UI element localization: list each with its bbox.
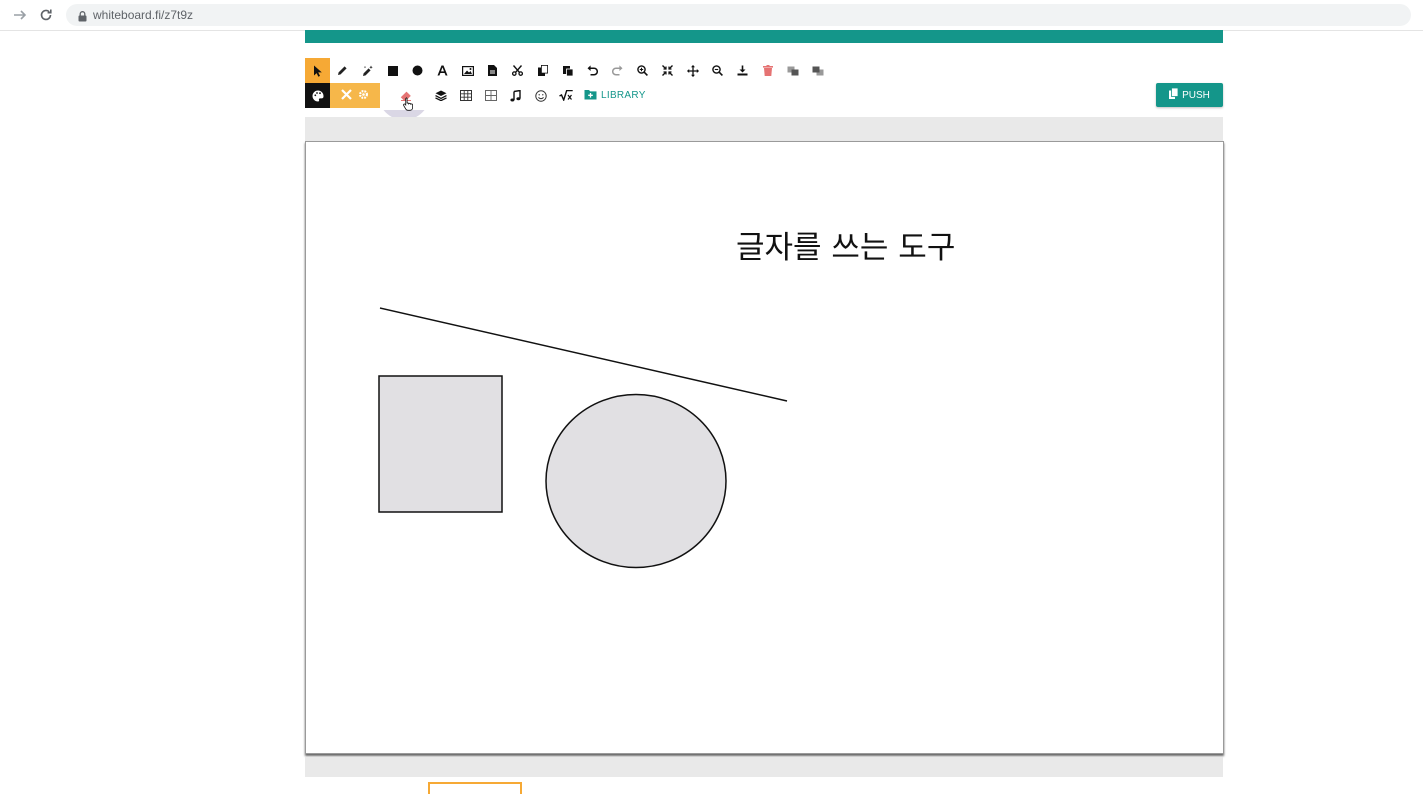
toolbar-row-secondary: LIBRARY PUSH: [305, 83, 1223, 111]
whiteboard-toolbar: LIBRARY PUSH: [305, 58, 1223, 111]
bring-forward-icon[interactable]: [780, 58, 805, 83]
folder-plus-icon: [584, 89, 597, 103]
page-thumbnail-tab[interactable]: [428, 782, 522, 794]
fit-screen-icon[interactable]: [655, 58, 680, 83]
library-button[interactable]: LIBRARY: [584, 83, 646, 108]
push-button[interactable]: PUSH: [1156, 83, 1223, 107]
grid-icon[interactable]: [453, 83, 478, 108]
paste-icon[interactable]: [555, 58, 580, 83]
emoji-icon[interactable]: [528, 83, 553, 108]
move-icon[interactable]: [680, 58, 705, 83]
mouse-cursor-icon: [403, 83, 413, 111]
reload-icon[interactable]: [37, 6, 55, 24]
image-icon[interactable]: [455, 58, 480, 83]
header-strip: [305, 30, 1223, 43]
scissors-icon[interactable]: [505, 58, 530, 83]
redo-icon[interactable]: [605, 58, 630, 83]
pdf-icon[interactable]: [480, 58, 505, 83]
rectangle-shape[interactable]: [378, 375, 503, 513]
push-label: PUSH: [1182, 89, 1210, 101]
toolbar-row-primary: [305, 58, 1223, 83]
palette-icon[interactable]: [305, 83, 330, 108]
send-backward-icon[interactable]: [805, 58, 830, 83]
browser-address-bar: whiteboard.fi/z7t9z: [0, 0, 1423, 31]
circle-icon[interactable]: [405, 58, 430, 83]
zoom-out-icon[interactable]: [705, 58, 730, 83]
square-icon[interactable]: [380, 58, 405, 83]
square-root-icon[interactable]: [553, 83, 578, 108]
trash-icon[interactable]: [755, 58, 780, 83]
library-label: LIBRARY: [601, 90, 646, 101]
large-grid-icon[interactable]: [478, 83, 503, 108]
download-icon[interactable]: [730, 58, 755, 83]
text-icon[interactable]: [430, 58, 455, 83]
pointer-icon[interactable]: [305, 58, 330, 83]
tools-icon[interactable]: [341, 87, 352, 105]
zoom-in-icon[interactable]: [630, 58, 655, 83]
url-text: whiteboard.fi/z7t9z: [93, 8, 194, 22]
layers-icon[interactable]: [428, 83, 453, 108]
tool-settings-group[interactable]: [330, 83, 380, 108]
canvas-shapes: [378, 307, 788, 569]
undo-icon[interactable]: [580, 58, 605, 83]
url-bar[interactable]: whiteboard.fi/z7t9z: [66, 4, 1411, 26]
lock-icon: [78, 9, 87, 27]
forward-arrow-icon[interactable]: [11, 6, 29, 24]
canvas-top-band: [305, 117, 1223, 141]
whiteboard-canvas[interactable]: 글자를 쓰는 도구: [305, 141, 1224, 754]
magic-pencil-icon[interactable]: [355, 58, 380, 83]
copy-icon[interactable]: [530, 58, 555, 83]
music-note-icon[interactable]: [503, 83, 528, 108]
pencil-icon[interactable]: [330, 58, 355, 83]
copy-icon: [1169, 87, 1179, 102]
circle-shape[interactable]: [545, 393, 727, 569]
canvas-bottom-band: [305, 757, 1223, 777]
gear-icon[interactable]: [358, 87, 369, 105]
